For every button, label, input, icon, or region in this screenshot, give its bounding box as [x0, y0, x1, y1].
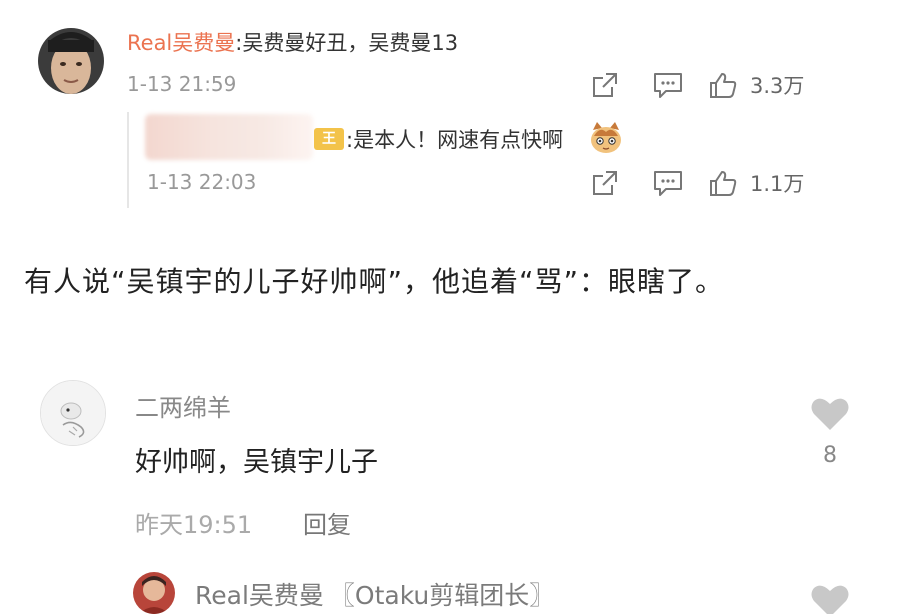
comment-icon: [652, 168, 684, 198]
like-icon: [708, 168, 738, 198]
like-button[interactable]: [810, 396, 850, 436]
share-icon: [590, 168, 620, 198]
reply-author[interactable]: Real吴费曼: [195, 581, 324, 610]
avatar[interactable]: [133, 572, 175, 614]
comment-text: :吴费曼好丑，吴费曼13: [235, 31, 459, 55]
cat-emoji-icon: [588, 120, 624, 160]
like-icon: [708, 70, 738, 100]
heart-icon: [810, 585, 850, 614]
like-button[interactable]: 3.3万: [708, 70, 804, 100]
comment-time: 1-13 21:59: [127, 72, 237, 96]
reply-button[interactable]: 回复: [303, 505, 351, 540]
blurred-username: [145, 114, 313, 160]
like-button[interactable]: 1.1万: [708, 168, 804, 198]
member-badge: 王: [314, 128, 344, 150]
comment-button[interactable]: [652, 168, 684, 198]
comment-time: 昨天19:51: [135, 511, 253, 539]
share-button[interactable]: [590, 70, 620, 100]
article-caption: 有人说“吴镇宇的儿子好帅啊”，他追着“骂”：眼瞎了。: [24, 265, 725, 298]
like-count: 8: [823, 443, 837, 468]
comment-author[interactable]: 二两绵羊: [135, 388, 231, 423]
comment-text: 好帅啊，吴镇宇儿子: [135, 447, 378, 478]
avatar[interactable]: [40, 380, 106, 446]
like-button[interactable]: [810, 583, 850, 614]
comment-header: Real吴费曼:吴费曼好丑，吴费曼13: [127, 27, 458, 57]
share-button[interactable]: [590, 168, 620, 198]
username-link[interactable]: Real吴费曼: [127, 31, 235, 55]
reply-text: :是本人！网速有点快啊: [346, 128, 564, 152]
comment-icon: [652, 70, 684, 100]
share-icon: [590, 70, 620, 100]
heart-icon: [810, 398, 850, 436]
reply-thread: [127, 112, 129, 208]
reply-time: 1-13 22:03: [147, 170, 257, 194]
avatar[interactable]: [38, 28, 104, 94]
comment-button[interactable]: [652, 70, 684, 100]
author-tag: 〖Otaku剪辑团长〗: [329, 581, 555, 610]
reply-header: Real吴费曼 〖Otaku剪辑团长〗: [195, 576, 554, 612]
like-count: 1.1万: [750, 172, 805, 196]
like-count: 3.3万: [750, 74, 805, 98]
